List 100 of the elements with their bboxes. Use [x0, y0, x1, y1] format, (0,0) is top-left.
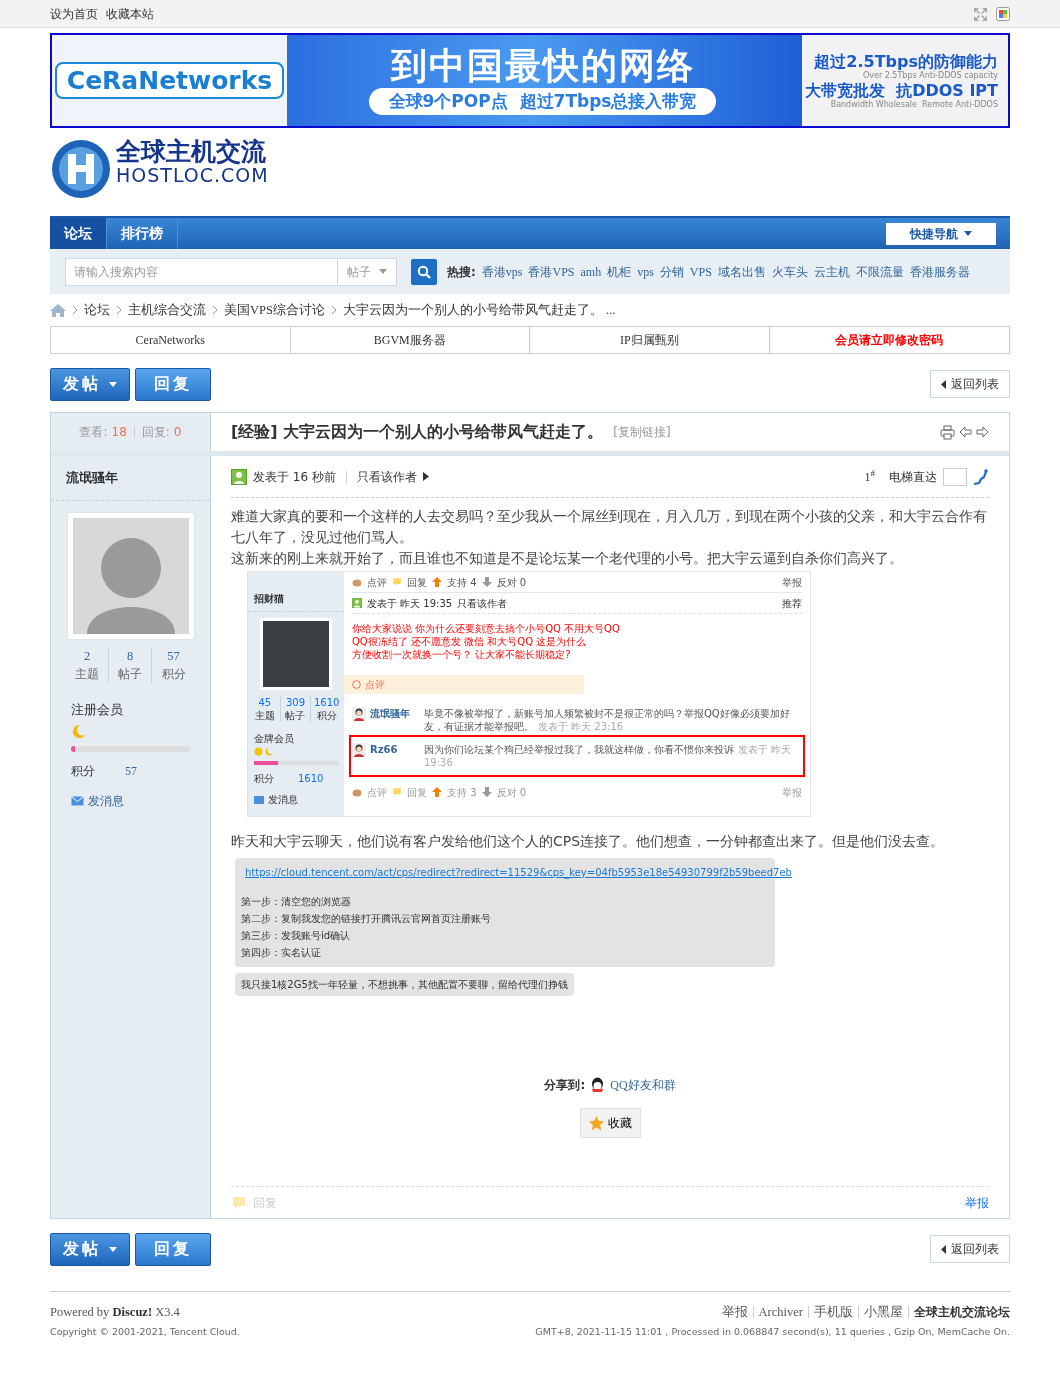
- floor-input[interactable]: [943, 467, 967, 486]
- stat-label: 主题: [254, 709, 275, 722]
- bowl-icon: [352, 787, 362, 797]
- reply-button[interactable]: 回复: [135, 367, 211, 401]
- points-label: 积分: [254, 772, 274, 785]
- arrow-left-icon[interactable]: [959, 426, 972, 438]
- copy-link[interactable]: [复制链接]: [613, 423, 671, 441]
- hot-search-link[interactable]: amh: [580, 262, 602, 281]
- arrow-up-icon: [432, 577, 442, 587]
- hot-search-link[interactable]: 不限流量: [855, 262, 904, 281]
- hot-search-link[interactable]: 云主机: [813, 262, 850, 281]
- triangle-icon: [941, 379, 946, 389]
- back-to-list-button[interactable]: 返回列表: [930, 1235, 1010, 1263]
- triangle-icon[interactable]: [422, 472, 429, 481]
- breadcrumb-link[interactable]: 主机综合交流: [128, 300, 206, 320]
- stat-value: 309: [285, 696, 306, 709]
- moon-icon: [71, 724, 86, 739]
- stat-value: 45: [258, 696, 272, 709]
- fullscreen-icon[interactable]: [973, 6, 988, 22]
- advertisement-banner[interactable]: CeRaNetworks 到中国最快的网络 全球9个POP点 超过7Tbps总接入带宽 超过2.5Tbps的防御能力 Over 2.5Tbps Anti-DDOS capacity 大带宽批发 抗DDOS IPT Bandwidth Wholesale Remote Anti-DDOS: [50, 33, 1010, 128]
- new-post-button[interactable]: 发帖: [50, 1232, 130, 1266]
- share-qq-link[interactable]: QQ好友和群: [610, 1076, 676, 1094]
- quick-link[interactable]: 会员请立即修改密码: [769, 327, 1009, 353]
- user-icon: [352, 598, 362, 608]
- envelope-icon: [254, 795, 264, 804]
- home-icon[interactable]: [50, 303, 66, 317]
- action-label: 支持 4: [447, 575, 477, 589]
- quick-link[interactable]: IP归属甄别: [530, 327, 770, 353]
- avatar-icon: [352, 743, 366, 757]
- search-field[interactable]: 请输入搜索内容: [65, 257, 337, 286]
- stat-label: 帖子: [285, 709, 306, 722]
- user-group[interactable]: 注册会员: [71, 701, 190, 720]
- hot-search-link[interactable]: 分销: [659, 262, 684, 281]
- quick-link[interactable]: BGVM服务器: [290, 327, 530, 353]
- logo-title: 全球主机交流: [116, 138, 267, 166]
- author-name: 招财猫: [248, 572, 344, 612]
- back-to-list-button[interactable]: 返回列表: [930, 370, 1010, 398]
- comment-user: 流氓骚年: [370, 707, 411, 720]
- chat-link[interactable]: https://cloud.tencent.com/act/cps/redirect?redirect=11529&cps_key=04fb5953e18e54930799f2b59beed7eb: [245, 864, 792, 881]
- new-post-button[interactable]: 发帖: [50, 367, 130, 401]
- reply-button[interactable]: 回复: [135, 1232, 211, 1266]
- search-button[interactable]: [411, 258, 437, 285]
- caret-icon: [964, 231, 972, 236]
- hot-search-link[interactable]: 火车头: [771, 262, 808, 281]
- hot-search-link[interactable]: 香港vps: [481, 262, 523, 281]
- send-message-link[interactable]: 发消息: [71, 792, 190, 810]
- footer-link[interactable]: 小黑屋: [864, 1302, 903, 1322]
- replies-label: 回复:: [141, 424, 170, 441]
- chat-bubble: 我只接1核2G5找一年轻量，不想挑事，其他配置不要聊，留给代理们挣钱: [235, 973, 574, 996]
- footer-link[interactable]: 举报: [721, 1302, 748, 1322]
- stat-value[interactable]: 2: [83, 646, 91, 666]
- author-only-link[interactable]: 只看该作者: [356, 467, 417, 486]
- footer-link[interactable]: 手机版: [814, 1302, 853, 1322]
- quick-nav-button[interactable]: 快捷导航: [886, 222, 996, 245]
- stat-label: 积分: [161, 666, 186, 684]
- hot-search-link[interactable]: 香港服务器: [909, 262, 970, 281]
- star-icon: [588, 1115, 604, 1131]
- caret-icon: [109, 1246, 117, 1252]
- top-link[interactable]: 收藏本站: [106, 7, 154, 21]
- hot-search-link[interactable]: vps: [637, 262, 654, 281]
- search-scope-dropdown[interactable]: 帖子: [337, 257, 397, 286]
- quick-link[interactable]: CeraNetworks: [51, 327, 291, 353]
- circle-icon: [352, 680, 361, 689]
- arrow-down-icon: [481, 787, 492, 797]
- user-group: 金牌会员: [254, 732, 338, 745]
- hot-search-link[interactable]: 香港VPS: [528, 262, 575, 281]
- palette-icon[interactable]: [996, 7, 1010, 21]
- breadcrumb-link[interactable]: 美国VPS综合讨论: [224, 300, 325, 320]
- hot-search-link[interactable]: 域名出售: [717, 262, 766, 281]
- logo-icon[interactable]: [50, 138, 112, 200]
- banner-subline: 全球9个POP点 超过7Tbps总接入带宽: [368, 87, 717, 116]
- footer-link[interactable]: 全球主机交流论坛: [914, 1303, 1010, 1321]
- post-paragraph: 难道大家真的要和一个这样的人去交易吗？至少我从一个屌丝到现在，月入几万，到现在两个小孩的父亲，和大宇云合作有七八年了，没见过他们骂人。: [231, 507, 988, 547]
- chevron-icon: [330, 305, 337, 315]
- footer-link[interactable]: Archiver: [758, 1302, 803, 1322]
- action-label: 回复: [407, 575, 427, 589]
- chat-step: 第一步：清空您的浏览器: [241, 893, 769, 910]
- action-label: 支持 3: [447, 785, 477, 799]
- arrow-right-icon[interactable]: [976, 426, 989, 438]
- floor-number: 1$^{#}$: [864, 467, 875, 486]
- hot-search-link[interactable]: VPS: [689, 262, 712, 281]
- stat-value[interactable]: 8: [126, 646, 134, 666]
- chevron-icon: [116, 305, 122, 315]
- breadcrumb-link[interactable]: 论坛: [84, 300, 110, 320]
- top-link[interactable]: 设为首页: [50, 7, 98, 21]
- quoted-text-line: QQ很冻结了 还不愿意发 微信 和大号QQ 这是为什么: [352, 635, 588, 648]
- nav-tab[interactable]: 论坛: [50, 218, 107, 249]
- favorite-button[interactable]: 收藏: [579, 1108, 641, 1138]
- report-link[interactable]: 举报: [965, 1193, 989, 1212]
- stat-value[interactable]: 57: [167, 646, 180, 666]
- banner-text: Bandwidth Wholesale Remote Anti-DDOS: [830, 99, 998, 110]
- speech-bubble-icon: [392, 787, 402, 797]
- copyright-text: Copyright © 2001-2021, Tencent Cloud.: [50, 1324, 240, 1339]
- print-icon[interactable]: [940, 424, 955, 440]
- post-time: 发表于 昨天 19:35: [367, 596, 453, 610]
- post-paragraph: 昨天和大宇云聊天，他们说有客户发给他们这个人的CPS连接了。他们想查，一分钟都查出来了。但是他们没去查。: [231, 832, 946, 851]
- author-name[interactable]: 流氓骚年: [51, 456, 210, 501]
- jump-icon[interactable]: [973, 468, 989, 485]
- hot-search-link[interactable]: 机柜: [607, 262, 632, 281]
- action-label: 回复: [407, 785, 427, 799]
